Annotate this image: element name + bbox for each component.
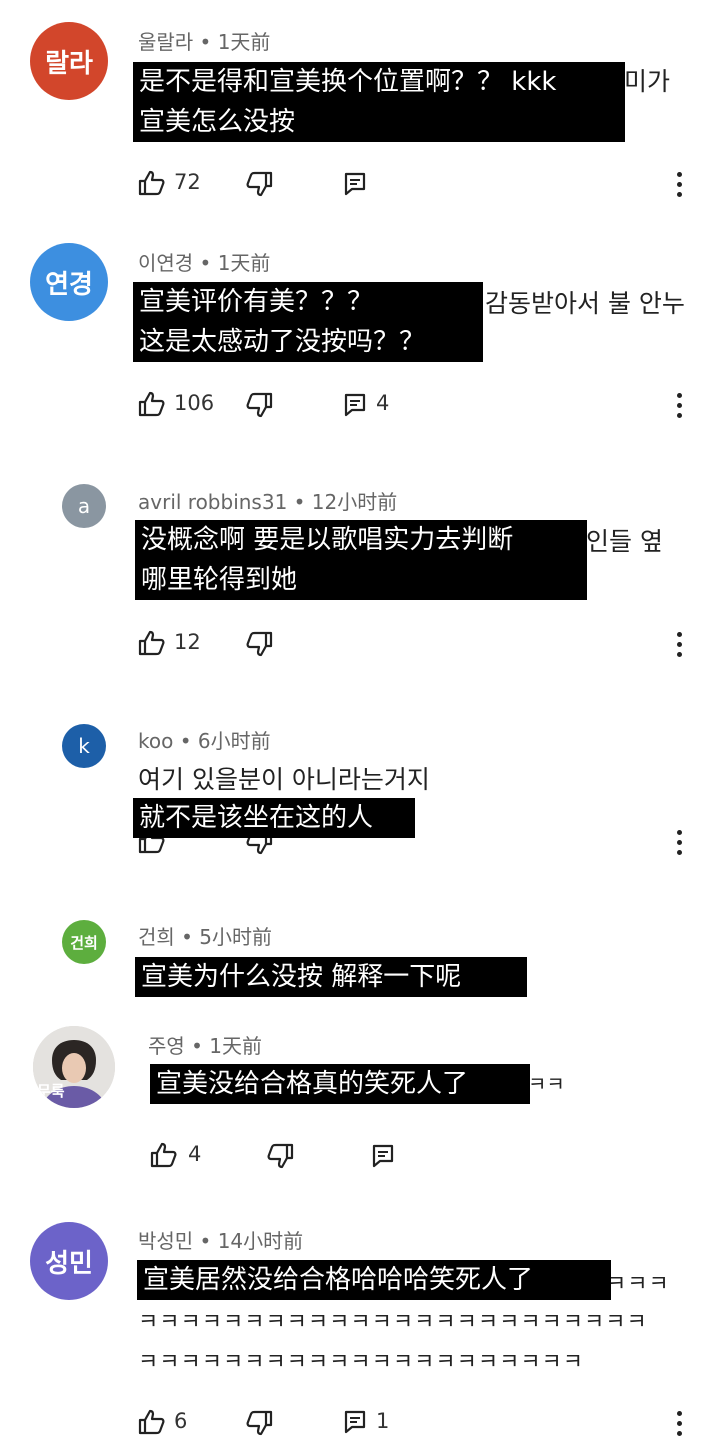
- avatar-text: k: [78, 734, 90, 758]
- thumbs-down-icon[interactable]: [245, 171, 273, 197]
- thumbs-up-icon[interactable]: [138, 391, 166, 417]
- thumbs-down-icon[interactable]: [245, 631, 273, 657]
- avatar[interactable]: 랄라: [30, 22, 108, 100]
- comment-meta: 울랄라 • 1天前: [138, 30, 271, 54]
- comment-text: 미가: [624, 67, 671, 96]
- like-count: 72: [174, 170, 201, 194]
- reply-icon[interactable]: [372, 1144, 394, 1168]
- reply-icon[interactable]: [344, 1410, 366, 1434]
- subtitle-line: 没概念啊 要是以歌唱实力去判断: [141, 525, 514, 555]
- subtitle-line: 宣美怎么没按: [139, 107, 296, 137]
- thumbs-down-icon[interactable]: [245, 392, 273, 418]
- avatar[interactable]: 무룩: [33, 1026, 115, 1108]
- avatar[interactable]: 성민: [30, 1222, 108, 1300]
- avatar-text: 무룩: [37, 1082, 65, 1100]
- subtitle-line: 宣美居然没给合格哈哈哈笑死人了: [143, 1265, 534, 1295]
- subtitle-overlay: 宣美居然没给合格哈哈哈笑死人了: [137, 1260, 611, 1300]
- subtitle-overlay: 没概念啊 要是以歌唱实力去判断 哪里轮得到她: [135, 520, 587, 600]
- thumbs-up-icon[interactable]: [138, 1409, 166, 1435]
- more-vertical-icon[interactable]: [677, 172, 683, 202]
- avatar[interactable]: 건희: [62, 920, 106, 964]
- reply-count: 4: [376, 391, 390, 415]
- subtitle-line: 宣美没给合格真的笑死人了: [156, 1069, 469, 1099]
- reply-icon[interactable]: [344, 172, 366, 196]
- thumbs-up-icon[interactable]: [150, 1142, 178, 1168]
- comment-text: 인들 옆: [586, 527, 663, 556]
- like-count: 12: [174, 630, 201, 654]
- comment-text: 여기 있을분이 아니라는거지: [138, 765, 430, 794]
- subtitle-line: 宣美为什么没按 解释一下呢: [141, 962, 462, 992]
- subtitle-overlay: 宣美没给合格真的笑死人了: [150, 1064, 530, 1104]
- subtitle-overlay: 就不是该坐在这的人: [133, 798, 415, 838]
- comment-meta: 이연경 • 1天前: [138, 251, 271, 275]
- comment-text-line: ㅋㅋㅋㅋㅋㅋㅋㅋㅋㅋㅋㅋㅋㅋㅋㅋㅋㅋㅋㅋㅋㅋㅋㅋ: [138, 1310, 648, 1335]
- avatar[interactable]: k: [62, 724, 106, 768]
- like-count: 6: [174, 1409, 188, 1433]
- comment-text-line: ㅋㅋㅋㅋㅋㅋㅋㅋㅋㅋㅋㅋㅋㅋㅋㅋㅋㅋㅋㅋㅋ: [138, 1350, 585, 1375]
- thumbs-up-icon[interactable]: [138, 170, 166, 196]
- subtitle-line: 就不是该坐在这的人: [139, 803, 374, 833]
- more-vertical-icon[interactable]: [677, 830, 683, 860]
- avatar[interactable]: a: [62, 484, 106, 528]
- subtitle-line: 是不是得和宣美换个位置啊？？ kkk: [139, 67, 557, 97]
- thumbs-down-icon[interactable]: [266, 1143, 294, 1169]
- comment-meta: avril robbins31 • 12小时前: [138, 490, 398, 514]
- avatar-text: 연경: [45, 269, 93, 300]
- thumbs-up-icon[interactable]: [138, 630, 166, 656]
- avatar-text: a: [77, 494, 91, 518]
- more-vertical-icon[interactable]: [677, 632, 683, 662]
- comment-text: ㅋㅋ: [528, 1072, 565, 1096]
- comment-text: 감동받아서 불 안누: [485, 289, 685, 318]
- subtitle-overlay: 宣美为什么没按 解释一下呢: [135, 957, 527, 997]
- thumbs-down-icon[interactable]: [245, 1410, 273, 1436]
- avatar[interactable]: 연경: [30, 243, 108, 321]
- more-vertical-icon[interactable]: [677, 393, 683, 423]
- comment-meta: 주영 • 1天前: [148, 1034, 263, 1058]
- avatar-text: 랄라: [45, 48, 93, 79]
- comment-meta: 박성민 • 14小时前: [138, 1229, 304, 1253]
- subtitle-overlay: 宣美评价有美？？？ 这是太感动了没按吗？？: [133, 282, 483, 362]
- subtitle-line: 这是太感动了没按吗？？: [139, 327, 426, 357]
- like-count: 4: [188, 1142, 202, 1166]
- comment-text: ㅋㅋㅋ: [606, 1272, 670, 1297]
- subtitle-line: 宣美评价有美？？？: [139, 287, 374, 317]
- avatar-text: 성민: [45, 1248, 93, 1279]
- avatar-text: 건희: [70, 933, 98, 952]
- comment-meta: 건희 • 5小时前: [138, 925, 273, 949]
- subtitle-line: 哪里轮得到她: [141, 565, 298, 595]
- like-count: 106: [174, 391, 215, 415]
- subtitle-overlay: 是不是得和宣美换个位置啊？？ kkk 宣美怎么没按: [133, 62, 625, 142]
- comment-meta: koo • 6小时前: [138, 729, 271, 753]
- reply-icon[interactable]: [344, 393, 366, 417]
- reply-count: 1: [376, 1409, 390, 1433]
